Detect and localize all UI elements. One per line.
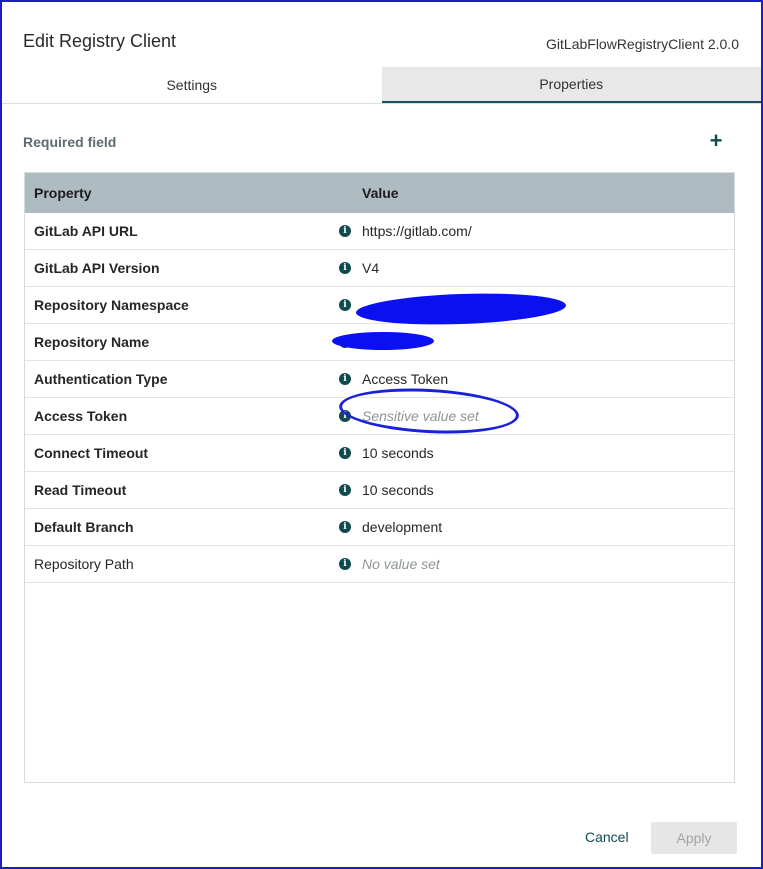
table-header: Property Value (25, 173, 734, 213)
property-value[interactable]: 10 seconds (362, 445, 734, 461)
table-row[interactable]: GitLab API URL i https://gitlab.com/ (25, 213, 734, 250)
info-icon[interactable]: i (339, 373, 351, 385)
property-value[interactable]: Access Token (362, 371, 734, 387)
property-name: Connect Timeout (34, 445, 149, 461)
apply-button[interactable]: Apply (651, 822, 737, 854)
property-value[interactable]: No value set (362, 556, 734, 572)
column-header-property: Property (34, 185, 92, 201)
info-icon[interactable]: i (339, 225, 351, 237)
property-name: Repository Namespace (34, 297, 189, 313)
table-row[interactable]: Default Branch i development (25, 509, 734, 546)
property-name: Authentication Type (34, 371, 168, 387)
property-value[interactable]: https://gitlab.com/ (362, 223, 734, 239)
property-value[interactable]: 10 seconds (362, 482, 734, 498)
property-name: Access Token (34, 408, 128, 424)
table-row[interactable]: Connect Timeout i 10 seconds (25, 435, 734, 472)
properties-table: Property Value GitLab API URL i https://… (24, 172, 735, 783)
plus-icon: + (709, 128, 723, 153)
tab-properties[interactable]: Properties (381, 67, 761, 103)
table-row[interactable]: Repository Path i No value set (25, 546, 734, 583)
info-icon[interactable]: i (339, 521, 351, 533)
info-icon[interactable]: i (339, 262, 351, 274)
property-name: GitLab API URL (34, 223, 138, 239)
property-value[interactable]: development (362, 519, 734, 535)
property-name: GitLab API Version (34, 260, 160, 276)
table-row[interactable]: GitLab API Version i V4 (25, 250, 734, 287)
property-name: Default Branch (34, 519, 134, 535)
edit-registry-client-dialog: Edit Registry Client GitLabFlowRegistryC… (0, 0, 763, 869)
property-name: Repository Path (34, 556, 134, 572)
dialog-title: Edit Registry Client (23, 31, 177, 51)
info-icon[interactable]: i (339, 558, 351, 570)
table-row[interactable]: Read Timeout i 10 seconds (25, 472, 734, 509)
property-name: Repository Name (34, 334, 150, 350)
property-value[interactable]: V4 (362, 260, 734, 276)
info-icon[interactable]: i (339, 447, 351, 459)
add-property-button[interactable]: + (705, 130, 727, 152)
tab-settings[interactable]: Settings (2, 67, 382, 103)
cancel-button[interactable]: Cancel (585, 829, 629, 845)
info-icon[interactable]: i (339, 484, 351, 496)
tab-bar: Settings Properties (2, 67, 761, 104)
required-field-label: Required field (23, 134, 117, 150)
column-header-value: Value (362, 185, 399, 201)
property-name: Read Timeout (34, 482, 127, 498)
dialog-subtitle: GitLabFlowRegistryClient 2.0.0 (546, 36, 739, 52)
info-icon[interactable]: i (339, 299, 351, 311)
redaction-mark (332, 332, 434, 350)
